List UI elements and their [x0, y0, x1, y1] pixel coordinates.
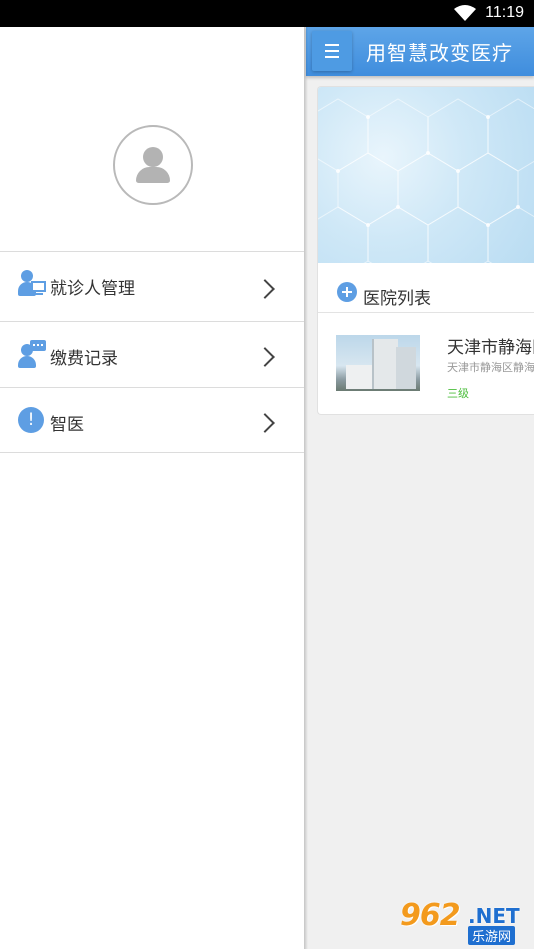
hospital-list-item[interactable]: 天津市静海区 天津市静海区静海 三级 — [318, 313, 534, 414]
watermark-suffix: .NET — [468, 904, 520, 928]
status-bar: 11:19 — [0, 0, 534, 27]
app-bar: 用智慧改变医疗 — [306, 27, 534, 76]
chevron-right-icon — [255, 347, 275, 367]
app-title: 用智慧改变医疗 — [366, 41, 513, 65]
drawer-item-label: 就诊人管理 — [50, 279, 135, 299]
hexagon-pattern — [318, 98, 534, 263]
drawer-item-patient-management[interactable]: 就诊人管理 — [0, 251, 304, 321]
hospital-address: 天津市静海区静海 — [447, 361, 534, 374]
navigation-drawer: 就诊人管理 缴费记录 ! 智医 — [0, 27, 304, 949]
avatar[interactable] — [113, 125, 193, 205]
plus-circle-icon — [337, 282, 357, 302]
hospital-list-title: 医院列表 — [363, 289, 431, 309]
exclamation-icon: ! — [18, 407, 44, 433]
menu-button[interactable] — [312, 31, 352, 71]
watermark-chinese: 乐游网 — [468, 926, 516, 945]
hospital-card: 医院列表 天津市静海区 天津市静海区静海 三级 — [317, 86, 534, 415]
drawer-item-label: 智医 — [50, 415, 84, 435]
drawer-item-label: 缴费记录 — [50, 349, 118, 369]
hamburger-icon — [325, 44, 339, 46]
payment-chat-icon — [18, 340, 48, 370]
wifi-icon — [454, 5, 476, 21]
drawer-item-payment-records[interactable]: 缴费记录 — [0, 321, 304, 387]
hospital-level: 三级 — [447, 387, 469, 400]
banner-image[interactable] — [318, 87, 534, 263]
watermark-number: 962 — [400, 898, 461, 933]
hospital-name: 天津市静海区 — [447, 338, 534, 358]
user-icon — [143, 147, 163, 167]
hospital-photo — [336, 335, 420, 391]
chevron-right-icon — [255, 413, 275, 433]
chevron-right-icon — [255, 279, 275, 299]
drawer-item-smart-doctor[interactable]: ! 智医 — [0, 387, 304, 453]
status-time: 11:19 — [485, 4, 524, 21]
watermark-logo: 962 .NET 乐游网 — [396, 898, 528, 945]
patient-monitor-icon — [18, 270, 46, 300]
hospital-list-header: 医院列表 — [318, 263, 534, 313]
